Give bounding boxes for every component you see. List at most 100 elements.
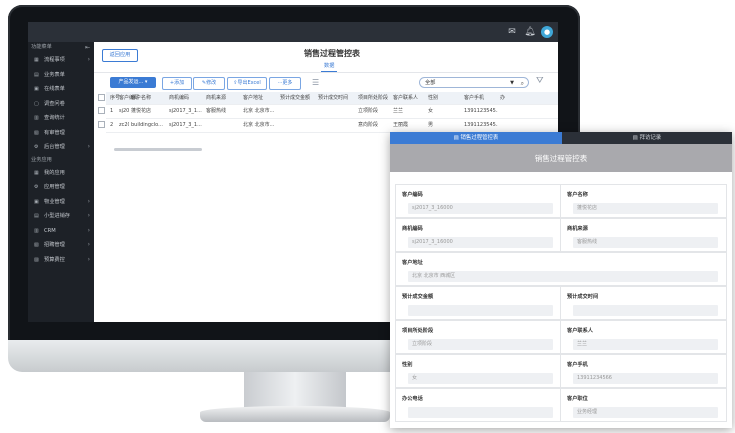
sidebar-item-label: 后台管理 xyxy=(44,144,65,150)
row-checkbox[interactable] xyxy=(98,119,105,132)
filter-icon[interactable]: ⛛ xyxy=(536,76,544,86)
column-header[interactable]: 客户手机 xyxy=(464,92,484,104)
export-label: 导出Excel xyxy=(237,80,261,86)
message-icon[interactable]: ✉ xyxy=(506,26,518,38)
table-cell: 意向阶段 xyxy=(358,122,379,128)
sidebar-item-label: 招聘管理 xyxy=(44,242,65,248)
select-all-checkbox[interactable] xyxy=(98,92,105,104)
column-header[interactable]: 商机来源 xyxy=(206,92,226,104)
field-input[interactable]: 13911234566 xyxy=(573,373,718,384)
field-input[interactable]: 立项阶段 xyxy=(408,339,553,350)
field-label: 客户名称 xyxy=(567,192,588,198)
column-header[interactable]: 商机编码 xyxy=(169,92,189,104)
menu-item-icon: ▧ xyxy=(34,129,39,136)
sidebar-section-label: 业务应用 xyxy=(31,156,52,163)
form-icon: ▤ xyxy=(453,135,461,141)
sidebar-item-label: 调查问卷 xyxy=(44,100,65,107)
field-input[interactable]: sj2017_3_16000 xyxy=(408,203,553,214)
more-button[interactable]: ···更多 xyxy=(269,77,301,90)
menu-item-icon: ⚙ xyxy=(34,144,39,150)
sidebar-item[interactable]: ▦ 我的应用 xyxy=(28,166,94,181)
sidebar-item[interactable]: ▧ 招聘管理 › xyxy=(28,238,94,253)
sidebar-item[interactable]: ▣ 在线表单 xyxy=(28,82,94,97)
field-input[interactable] xyxy=(408,407,553,418)
card-header: 销售过程管控表 xyxy=(390,144,732,172)
sidebar-item[interactable]: ▧ 有审管理 xyxy=(28,126,94,141)
field-input[interactable]: 兰兰 xyxy=(573,339,718,350)
sidebar-item[interactable]: ⚙ 后台管理 › xyxy=(28,140,94,155)
form-field-customer-name: 客户名称蓬悦花店 xyxy=(560,184,727,218)
horizontal-scrollbar[interactable] xyxy=(114,148,202,151)
form-field-deal-amount: 预计成交金额 xyxy=(395,286,562,320)
sidebar: 功能菜单 ⇤ ▦ 流程事项 › ▤ 业务表单 ▣ 在线表单 ▢ 调查问卷 ▥ 查询统计 ▧ 有审管理 ⚙ 后… xyxy=(28,42,94,322)
column-header[interactable]: 办 xyxy=(500,92,505,104)
field-label: 预计成交时间 xyxy=(567,294,599,300)
column-header[interactable]: 客户地址 xyxy=(243,92,263,104)
sidebar-item[interactable]: ▥ 查询统计 xyxy=(28,111,94,126)
sidebar-item[interactable]: ▥ CRM › xyxy=(28,224,94,239)
table-cell: 北京 北京市... xyxy=(243,122,275,128)
column-header[interactable]: 客户联系人 xyxy=(393,92,418,104)
menu-item-icon: ▨ xyxy=(34,256,39,263)
column-header[interactable]: 性别 xyxy=(428,92,438,104)
table-cell: 女 xyxy=(428,108,434,114)
list-view-icon[interactable]: ☰ xyxy=(312,78,319,87)
field-input[interactable]: 业务经理 xyxy=(573,407,718,418)
table-cell: sj2017_3_1... xyxy=(119,108,129,114)
divider xyxy=(94,72,558,73)
sidebar-item-label: 小型进销存 xyxy=(44,213,70,219)
back-to-app-button[interactable]: 返回应用 xyxy=(102,49,138,62)
search-icon[interactable]: ⌕ xyxy=(521,78,524,89)
table-cell: 1 xyxy=(110,108,114,114)
table-row[interactable]: 1sj2017_3_1...蓬悦花店sj2017_3_1...客服热线北京 北京… xyxy=(98,105,558,119)
form-field-gender: 性别女 xyxy=(395,354,562,388)
form-field-stage: 项目所处阶段 立项阶段 xyxy=(395,320,562,354)
table-header-row: 序号 客户编码 客户名称 商机编码 商机来源 客户地址 预计成交金额 预计成交时间 项目所处阶段… xyxy=(98,92,558,105)
table-row[interactable]: 2 zc2017_3_1...buildingclo... sj2017_3_1..… xyxy=(98,119,558,133)
column-header[interactable]: 客户名称 xyxy=(131,92,151,104)
add-button[interactable]: +添加 xyxy=(162,77,192,90)
sidebar-item[interactable]: ▦ 流程事项 › xyxy=(28,53,94,68)
chevron-right-icon: › xyxy=(87,255,90,263)
sidebar-section-label: 功能菜单 xyxy=(31,44,52,50)
field-input[interactable]: 女 xyxy=(408,373,553,384)
column-header[interactable]: 项目所处阶段 xyxy=(358,92,388,104)
field-input[interactable] xyxy=(573,305,718,316)
avatar-icon[interactable]: ● xyxy=(541,26,553,38)
form-field-position: 客户职位 业务经理 xyxy=(560,388,727,422)
field-input[interactable] xyxy=(408,305,553,316)
tab-visit-records[interactable]: ▤ 拜访记录 xyxy=(562,132,732,144)
field-input[interactable]: 北京 北京市 西城区 xyxy=(408,271,718,282)
sidebar-item[interactable]: ▤ 小型进销存 › xyxy=(28,209,94,224)
sidebar-item[interactable]: ▣ 物业管理 › xyxy=(28,195,94,210)
sidebar-item[interactable]: ▢ 调查问卷 xyxy=(28,97,94,112)
form-field-mobile: 客户手机 13911234566 xyxy=(560,354,727,388)
row-checkbox[interactable] xyxy=(98,105,105,118)
sidebar-item-label: 查询统计 xyxy=(44,115,65,121)
field-input[interactable]: 蓬悦花店 xyxy=(573,203,718,214)
sidebar-item[interactable]: ▨ 预算费控 › xyxy=(28,253,94,268)
collapse-sidebar-icon[interactable]: ⇤ xyxy=(85,42,90,53)
product-select-button[interactable]: 产品发运... ▾ xyxy=(110,77,156,88)
edit-button[interactable]: ✎修改 xyxy=(193,77,225,90)
tab-label: 销售过程管控表 xyxy=(460,135,499,141)
column-header[interactable]: 预计成交时间 xyxy=(318,92,348,104)
field-label: 客户编码 xyxy=(402,192,423,198)
sidebar-item[interactable]: ⚙ 应用管理 xyxy=(28,180,94,195)
field-label: 商机来源 xyxy=(567,226,588,232)
bell-icon[interactable]: 🔔︎ xyxy=(524,26,536,38)
chevron-right-icon: › xyxy=(87,226,90,234)
sidebar-item[interactable]: ▤ 业务表单 xyxy=(28,68,94,83)
field-input[interactable]: 客服热线 xyxy=(573,237,718,248)
tab-data[interactable]: 数据 xyxy=(321,62,338,72)
field-input[interactable]: sj2017_3_16000 xyxy=(408,237,553,248)
column-header[interactable]: 预计成交金额 xyxy=(280,92,310,104)
form-field-contact: 客户联系人 兰兰 xyxy=(560,320,727,354)
filter-select[interactable]: 全部 ▼ ⌕ xyxy=(419,77,529,88)
chevron-right-icon: › xyxy=(87,197,90,205)
chevron-down-icon: ▾ xyxy=(144,79,148,85)
field-label: 客户地址 xyxy=(402,260,423,266)
export-excel-button[interactable]: ⇪导出Excel xyxy=(227,77,267,90)
tab-sales-process[interactable]: ▤ 销售过程管控表 xyxy=(390,132,562,144)
page-title: 销售过程管控表 xyxy=(304,49,360,58)
